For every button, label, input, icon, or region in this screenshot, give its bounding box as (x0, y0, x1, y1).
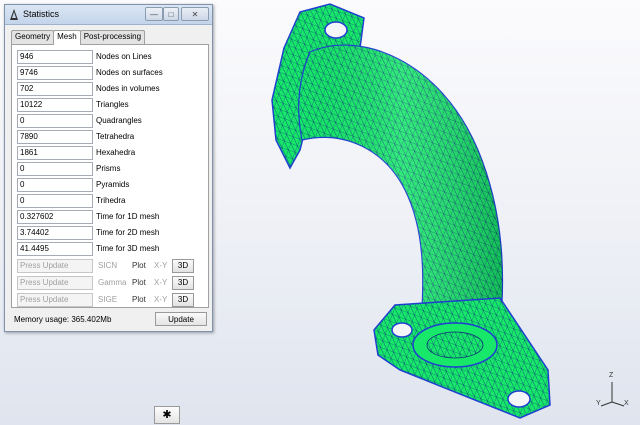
stat-label: Tetrahedra (96, 132, 135, 141)
xy-button[interactable]: X-Y (154, 261, 172, 270)
stat-row: Trihedra (17, 193, 126, 208)
quality-name: SIGE (98, 295, 118, 304)
axis-x-label: X (624, 400, 629, 407)
stat-label: Triangles (96, 100, 129, 109)
stat-row: Triangles (17, 97, 129, 112)
stat-row: Time for 1D mesh (17, 209, 159, 224)
stat-row: Tetrahedra (17, 129, 134, 144)
bottom-bolt-hole-left (391, 322, 413, 338)
pyramids-field[interactable] (17, 177, 93, 192)
close-icon: ✕ (191, 9, 199, 19)
stat-label: Time for 2D mesh (96, 228, 160, 237)
tab-geometry[interactable]: Geometry (11, 30, 55, 44)
mesh-stats-panel: Nodes on Lines Nodes on surfaces Nodes i… (11, 44, 209, 308)
stat-label: Quadrangles (96, 116, 142, 125)
sicn-value-field[interactable] (17, 258, 93, 273)
stat-row: Quadrangles (17, 113, 142, 128)
stat-label: Pyramids (96, 180, 130, 189)
minimize-button[interactable]: — (145, 7, 163, 21)
xy-button[interactable]: X-Y (154, 295, 172, 304)
quality-row-gamma: Gamma Plot X-Y 3D (17, 275, 194, 290)
sicn-3d-button[interactable]: 3D (172, 258, 194, 273)
stat-label: Nodes in volumes (96, 84, 160, 93)
status-bar: Memory usage: 365.402Mb Update (11, 311, 209, 327)
minimize-icon: — (150, 9, 158, 19)
maximize-button[interactable]: □ (163, 7, 179, 21)
memory-usage-text: Memory usage: 365.402Mb (14, 314, 112, 324)
stat-label: Trihedra (96, 196, 126, 205)
stat-row: Pyramids (17, 177, 129, 192)
nodes-in-volumes-field[interactable] (17, 81, 93, 96)
window-title: Statistics (23, 9, 60, 19)
plot-label: Plot (132, 278, 146, 287)
stat-row: Nodes in volumes (17, 81, 160, 96)
quality-name: Gamma (98, 278, 127, 287)
quadrangles-field[interactable] (17, 113, 93, 128)
gamma-3d-button[interactable]: 3D (172, 275, 194, 290)
quality-name: SICN (98, 261, 118, 270)
plot-label: Plot (132, 295, 146, 304)
tetrahedra-field[interactable] (17, 129, 93, 144)
triangles-field[interactable] (17, 97, 93, 112)
window-titlebar[interactable]: Statistics — □ ✕ (5, 5, 212, 25)
axes-icon (600, 382, 625, 407)
maximize-icon: □ (168, 9, 174, 19)
app-logo-icon (10, 9, 18, 20)
time-1d-field[interactable] (17, 209, 93, 224)
tab-mesh[interactable]: Mesh (53, 30, 81, 45)
axis-y-label: Y (596, 400, 601, 407)
quality-row-sige: SIGE Plot X-Y 3D (17, 292, 194, 307)
plot-label: Plot (132, 261, 146, 270)
stat-row: Prisms (17, 161, 120, 176)
axes-triad: Z X Y (596, 372, 632, 416)
tab-post-processing[interactable]: Post-processing (79, 30, 146, 44)
gear-icon: ✱ (162, 408, 172, 421)
bottom-bolt-hole-right (507, 390, 531, 408)
update-button[interactable]: Update (155, 312, 207, 326)
xy-button[interactable]: X-Y (154, 278, 172, 287)
gamma-value-field[interactable] (17, 275, 93, 290)
stat-label: Time for 3D mesh (96, 244, 160, 253)
quality-row-sicn: SICN Plot X-Y 3D (17, 258, 194, 273)
sige-value-field[interactable] (17, 292, 93, 307)
stat-row: Time for 3D mesh (17, 241, 159, 256)
stat-row: Time for 2D mesh (17, 225, 159, 240)
axis-z-label: Z (609, 372, 614, 379)
sige-3d-button[interactable]: 3D (172, 292, 194, 307)
stat-label: Time for 1D mesh (96, 212, 160, 221)
close-button[interactable]: ✕ (181, 7, 209, 21)
options-gear-button[interactable]: ✱ (154, 406, 180, 424)
trihedra-field[interactable] (17, 193, 93, 208)
tab-bar: Geometry Mesh Post-processing (11, 30, 146, 45)
prisms-field[interactable] (17, 161, 93, 176)
hexahedra-field[interactable] (17, 145, 93, 160)
stat-row: Nodes on surfaces (17, 65, 163, 80)
statistics-window: Statistics — □ ✕ Geometry Mesh Post-proc… (4, 4, 213, 332)
update-button-label: Update (168, 314, 194, 324)
stat-row: Nodes on Lines (17, 49, 152, 64)
time-3d-field[interactable] (17, 241, 93, 256)
stat-label: Nodes on Lines (96, 52, 152, 61)
nodes-on-surfaces-field[interactable] (17, 65, 93, 80)
nodes-on-lines-field[interactable] (17, 49, 93, 64)
time-2d-field[interactable] (17, 225, 93, 240)
stat-label: Prisms (96, 164, 121, 173)
stat-row: Hexahedra (17, 145, 135, 160)
stat-label: Hexahedra (96, 148, 136, 157)
top-bolt-hole (324, 21, 348, 39)
stat-label: Nodes on surfaces (96, 68, 163, 77)
